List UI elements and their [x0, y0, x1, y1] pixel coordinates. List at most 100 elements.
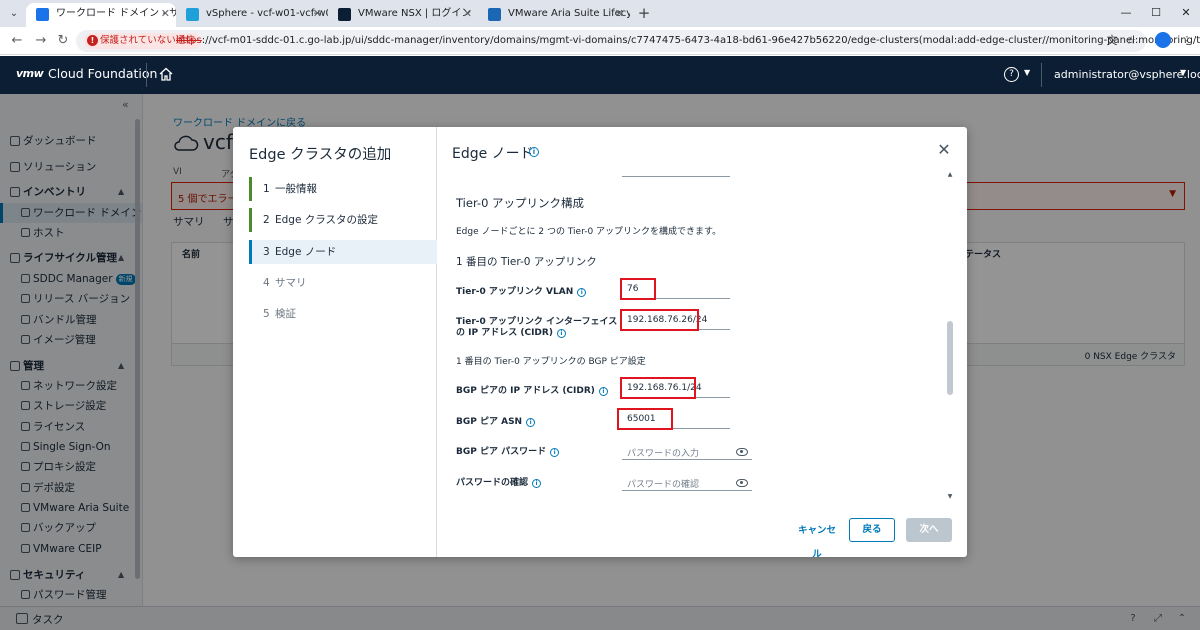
uplink-interface-ip-label-line2: の IP アドレス (CIDR)	[456, 328, 553, 338]
info-icon[interactable]: i	[532, 479, 542, 488]
help-icon[interactable]: ?	[1004, 67, 1019, 82]
home-icon[interactable]	[158, 66, 174, 82]
close-tab-icon[interactable]: ✕	[615, 3, 624, 25]
back-button[interactable]: 戻る	[849, 518, 895, 542]
step-label: 検証	[275, 308, 296, 320]
step-number: 1	[263, 183, 270, 195]
warning-icon: !	[87, 35, 98, 46]
password-confirm-label: パスワードの確認 i	[456, 478, 542, 489]
wizard-step-edge-nodes[interactable]: 3 Edge ノード	[249, 240, 437, 264]
user-menu[interactable]: administrator@vsphere.local	[1054, 68, 1200, 81]
password-confirm-input[interactable]: パスワードの確認	[627, 477, 699, 490]
app-title: Cloud Foundation	[48, 66, 158, 81]
section-title: Tier-0 アップリンク構成	[456, 196, 585, 210]
wizard-step-nav: Edge クラスタの追加 1 一般情報 2 Edge クラスタの設定 3 Edg…	[233, 127, 437, 557]
step-number: 4	[263, 277, 270, 289]
app-header: vmw Cloud Foundation ? ▼ administrator@v…	[0, 56, 1200, 94]
reload-icon[interactable]: ↻	[54, 32, 72, 50]
header-divider	[146, 63, 147, 87]
minimize-icon[interactable]: —	[1116, 4, 1136, 22]
info-icon[interactable]: i	[526, 418, 536, 427]
vlan-label-text: Tier-0 アップリンク VLAN	[456, 287, 574, 297]
step-number: 2	[263, 214, 270, 226]
wizard-step-general-info[interactable]: 1 一般情報	[249, 177, 437, 201]
pane-title: Edge ノード	[452, 146, 534, 162]
form-scroll-area: Tier-0 アップリンク構成 Edge ノードごとに 2 つの Tier-0 …	[438, 171, 956, 501]
step-number: 3	[263, 246, 270, 258]
bookmark-star-icon[interactable]: ☆	[1122, 32, 1140, 50]
info-icon[interactable]: i	[598, 387, 608, 396]
bgp-peer-password-underline	[622, 459, 752, 460]
browser-tab-nsx[interactable]: VMware NSX | ログイン ✕	[328, 3, 478, 27]
window-close-icon[interactable]: ✕	[1176, 4, 1196, 22]
bgp-peer-asn-highlight-box	[617, 408, 673, 430]
cloud-foundation-favicon-icon	[36, 8, 49, 21]
browser-tab-vsphere[interactable]: vSphere - vcf-w01-vcf-w01-cl0 ✕	[176, 3, 328, 27]
browser-tab-strip: ⌄ ワークロード ドメイン - サービス ✕ vSphere - vcf-w01…	[0, 0, 1200, 27]
section-description: Edge ノードごとに 2 つの Tier-0 アップリンクを構成できます。	[456, 227, 722, 237]
bgp-peer-ip-label: BGP ピアの IP アドレス (CIDR) i	[456, 386, 608, 397]
new-tab-icon[interactable]: +	[634, 3, 654, 23]
chevron-down-icon[interactable]: ▼	[1024, 68, 1030, 77]
bgp-peer-password-input[interactable]: パスワードの入力	[627, 446, 699, 459]
scroll-down-icon[interactable]: ▼	[946, 493, 954, 500]
info-icon[interactable]: i	[550, 448, 560, 457]
chevron-down-icon[interactable]: ▼	[1180, 68, 1186, 77]
previous-field-underline	[622, 176, 730, 177]
password-confirm-underline	[622, 490, 752, 491]
address-bar: ← → ↻ ! 保護されていない通信 https://vcf-m01-sddc-…	[0, 27, 1200, 55]
password-confirm-label-text: パスワードの確認	[456, 478, 529, 488]
browser-menu-icon[interactable]: ⋮	[1178, 32, 1196, 50]
profile-avatar-icon[interactable]	[1155, 32, 1171, 48]
close-tab-icon[interactable]: ✕	[313, 3, 322, 25]
uplink-interface-ip-highlight-box	[620, 309, 699, 331]
info-icon[interactable]: i	[556, 329, 566, 338]
scrollbar-thumb[interactable]	[947, 321, 953, 395]
step-label: Edge ノード	[275, 246, 337, 258]
info-icon[interactable]: i	[577, 288, 587, 297]
scroll-up-icon[interactable]: ▲	[946, 171, 954, 178]
maximize-icon[interactable]: ☐	[1146, 4, 1166, 22]
step-number: 5	[263, 308, 270, 320]
close-icon[interactable]: ✕	[934, 140, 954, 160]
show-password-eye-icon[interactable]	[736, 448, 748, 456]
aria-favicon-icon	[488, 8, 501, 21]
wizard-step-summary[interactable]: 4 サマリ	[249, 271, 437, 295]
next-button[interactable]: 次へ	[906, 518, 952, 542]
cancel-button[interactable]: キャンセル	[794, 519, 840, 557]
vlan-highlight-box	[620, 278, 656, 300]
wizard-step-validation[interactable]: 5 検証	[249, 302, 437, 326]
bgp-settings-title: 1 番目の Tier-0 アップリンクの BGP ピア設定	[456, 357, 646, 367]
uplink1-title: 1 番目の Tier-0 アップリンク	[456, 256, 597, 268]
back-arrow-icon[interactable]: ←	[8, 32, 26, 50]
browser-tab-workload-domains[interactable]: ワークロード ドメイン - サービス ✕	[26, 3, 176, 27]
close-tab-icon[interactable]: ✕	[463, 3, 472, 25]
bgp-peer-asn-label: BGP ピア ASN i	[456, 417, 536, 428]
tab-search-icon[interactable]: ⌄	[5, 5, 23, 23]
step-label: 一般情報	[275, 183, 317, 195]
url-text[interactable]: https://vcf-m01-sddc-01.c.go-lab.jp/ui/s…	[176, 30, 1200, 52]
url-omnibox[interactable]: ! 保護されていない通信 https://vcf-m01-sddc-01.c.g…	[76, 30, 1200, 52]
url-path: ://vcf-m01-sddc-01.c.go-lab.jp/ui/sddc-m…	[201, 35, 1200, 46]
info-icon[interactable]: i	[529, 147, 539, 157]
show-password-eye-icon[interactable]	[736, 479, 748, 487]
vmware-logo: vmw	[16, 67, 44, 80]
step-label: サマリ	[275, 277, 307, 289]
header-divider	[1041, 63, 1042, 87]
translate-icon[interactable]: 文	[1103, 32, 1121, 50]
browser-tab-aria[interactable]: VMware Aria Suite Lifecycle ✕	[478, 3, 630, 27]
nsx-favicon-icon	[338, 8, 351, 21]
add-edge-cluster-wizard: Edge クラスタの追加 1 一般情報 2 Edge クラスタの設定 3 Edg…	[233, 127, 967, 557]
forward-arrow-icon[interactable]: →	[32, 32, 50, 50]
browser-tab-title: VMware NSX | ログイン	[358, 8, 472, 19]
vlan-label: Tier-0 アップリンク VLAN i	[456, 287, 587, 298]
form-scrollbar[interactable]: ▲ ▼	[946, 171, 954, 501]
close-tab-icon[interactable]: ✕	[161, 3, 170, 25]
vsphere-favicon-icon	[186, 8, 199, 21]
browser-tab-title: ワークロード ドメイン - サービス	[56, 8, 176, 19]
uplink-interface-ip-label-line1: Tier-0 アップリンク インターフェイス	[456, 317, 618, 327]
browser-tab-title: VMware Aria Suite Lifecycle	[508, 8, 630, 19]
url-scheme: https	[176, 35, 202, 46]
bgp-peer-password-label: BGP ピア パスワード i	[456, 447, 560, 458]
wizard-step-edge-cluster-settings[interactable]: 2 Edge クラスタの設定	[249, 208, 437, 232]
